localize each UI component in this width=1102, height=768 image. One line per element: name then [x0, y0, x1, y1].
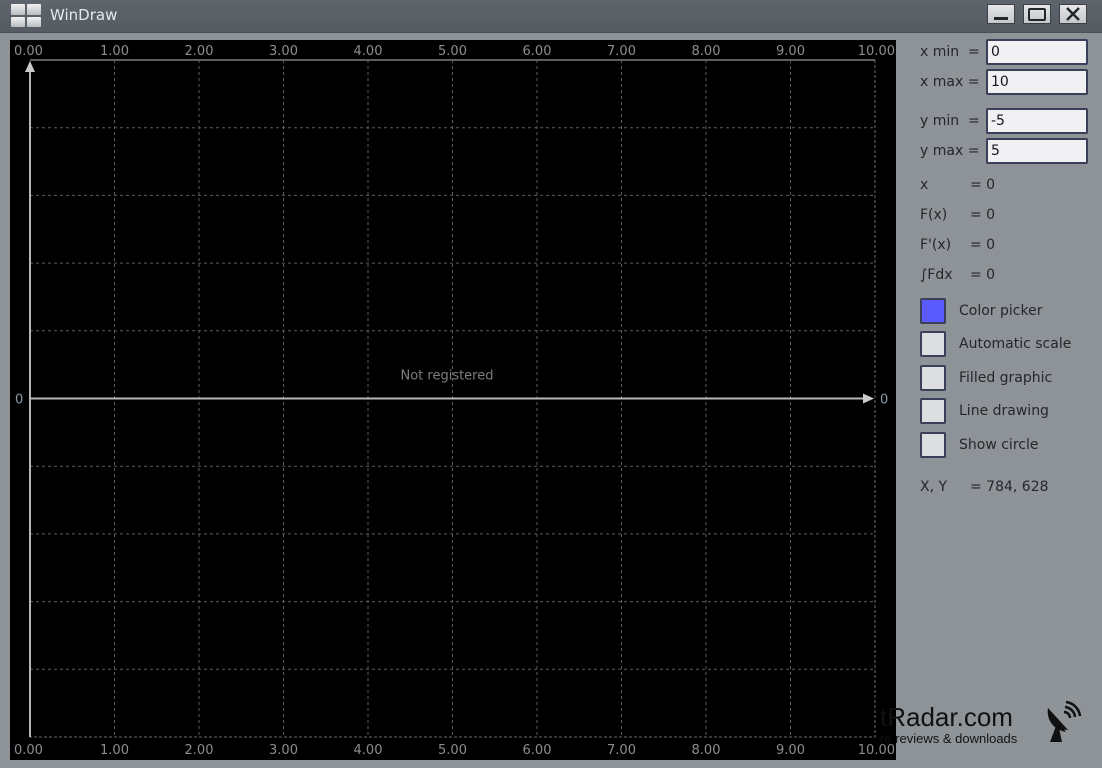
control-panel: x min = x max = y min = y max = x = 0 F(… [906, 36, 1102, 556]
x-readout-value: = 0 [970, 177, 996, 193]
y-min-input[interactable] [986, 108, 1088, 134]
graph-svg: 0.00 1.00 2.00 3.00 4.00 5.00 6.00 7.00 8.00 9.00… [14, 44, 895, 758]
integral-readout-value: = 0 [970, 267, 996, 283]
line-drawing-checkbox[interactable] [920, 398, 946, 424]
cursor-readout: X, Y = 784, 628 [920, 479, 1049, 495]
minimize-button[interactable] [987, 4, 1015, 24]
fx-readout-label: F(x) [920, 207, 948, 223]
x-tick-label-top: 7.00 [607, 44, 636, 59]
derivative-readout-label: F'(x) [920, 237, 952, 253]
automatic-scale-row[interactable]: Automatic scale [920, 330, 1071, 358]
fx-readout-value: = 0 [970, 207, 996, 223]
title-bar[interactable]: WinDraw [0, 0, 1102, 33]
window-title: WinDraw [50, 6, 118, 24]
x-tick-label-top: 5.00 [438, 44, 467, 59]
x-tick-label-bottom: 6.00 [523, 743, 552, 758]
x-tick-label-bottom: 4.00 [354, 743, 383, 758]
x-tick-labels-bottom: 0.00 1.00 2.00 3.00 4.00 5.00 6.00 7.00 8.00 9.00… [14, 743, 895, 758]
color-picker-row[interactable]: Color picker [920, 297, 1042, 325]
fx-readout: F(x) = 0 [920, 207, 995, 223]
x-tick-label-top: 10.00 [858, 44, 895, 59]
x-min-label: x min = [920, 44, 980, 60]
x-tick-label-bottom: 9.00 [776, 743, 805, 758]
automatic-scale-label: Automatic scale [959, 336, 1072, 352]
x-tick-label-top: 2.00 [185, 44, 214, 59]
derivative-readout: F'(x) = 0 [920, 237, 995, 253]
graph-canvas[interactable]: 0.00 1.00 2.00 3.00 4.00 5.00 6.00 7.00 8.00 9.00… [10, 40, 896, 760]
satellite-dish-icon [1047, 700, 1082, 742]
y-zero-label-right: 0 [880, 393, 888, 408]
brand-name: tRadar.com [880, 702, 1013, 732]
y-min-row: y min = [920, 107, 1088, 135]
cursor-readout-label: X, Y [920, 479, 948, 495]
x-tick-label-bottom: 0.00 [14, 743, 43, 758]
not-registered-watermark: Not registered [400, 369, 493, 384]
app-icon [11, 4, 41, 27]
y-max-input[interactable] [986, 138, 1088, 164]
maximize-button[interactable] [1023, 4, 1051, 24]
derivative-readout-value: = 0 [970, 237, 996, 253]
x-tick-label-top: 9.00 [776, 44, 805, 59]
x-tick-label-top: 0.00 [14, 44, 43, 59]
cursor-readout-value: = 784, 628 [970, 479, 1049, 495]
x-tick-labels-top: 0.00 1.00 2.00 3.00 4.00 5.00 6.00 7.00 8.00 9.00… [14, 44, 895, 59]
close-button[interactable] [1059, 4, 1087, 24]
color-picker-swatch[interactable] [920, 298, 946, 324]
x-readout: x = 0 [920, 177, 995, 193]
filled-graphic-label: Filled graphic [959, 370, 1053, 386]
y-min-label: y min = [920, 113, 980, 129]
y-max-row: y max = [920, 137, 1088, 165]
show-circle-label: Show circle [959, 437, 1039, 453]
filled-graphic-row[interactable]: Filled graphic [920, 364, 1052, 392]
x-tick-label-top: 3.00 [269, 44, 298, 59]
x-tick-label-bottom: 5.00 [438, 743, 467, 758]
brand-tagline: re reviews & downloads [880, 731, 1018, 746]
color-picker-label: Color picker [959, 303, 1043, 319]
filled-graphic-checkbox[interactable] [920, 365, 946, 391]
y-max-label: y max = [920, 143, 980, 159]
y-zero-label-left: 0 [15, 393, 23, 408]
line-drawing-label: Line drawing [959, 403, 1049, 419]
x-readout-label: x [920, 177, 929, 193]
automatic-scale-checkbox[interactable] [920, 331, 946, 357]
integral-readout: ∫Fdx = 0 [920, 267, 995, 283]
x-max-row: x max = [920, 68, 1088, 96]
x-tick-label-bottom: 8.00 [692, 743, 721, 758]
x-min-row: x min = [920, 38, 1088, 66]
x-tick-label-bottom: 1.00 [100, 743, 129, 758]
x-tick-label-top: 8.00 [692, 44, 721, 59]
show-circle-checkbox[interactable] [920, 432, 946, 458]
maximize-icon [1028, 7, 1046, 21]
x-tick-label-bottom: 7.00 [607, 743, 636, 758]
close-icon [1066, 7, 1080, 21]
x-tick-label-bottom: 2.00 [185, 743, 214, 758]
x-max-label: x max = [920, 74, 980, 90]
softradar-watermark: tRadar.com re reviews & downloads [860, 700, 1102, 750]
x-tick-label-bottom: 3.00 [269, 743, 298, 758]
y-axis-arrow-icon [25, 61, 35, 72]
x-tick-label-top: 4.00 [354, 44, 383, 59]
x-axis-arrow-icon [863, 393, 874, 404]
x-tick-label-top: 1.00 [100, 44, 129, 59]
minimize-icon [994, 16, 1008, 20]
x-max-input[interactable] [986, 69, 1088, 95]
integral-readout-label: ∫Fdx [920, 267, 953, 283]
x-min-input[interactable] [986, 39, 1088, 65]
show-circle-row[interactable]: Show circle [920, 431, 1038, 459]
x-tick-label-top: 6.00 [523, 44, 552, 59]
line-drawing-row[interactable]: Line drawing [920, 397, 1049, 425]
